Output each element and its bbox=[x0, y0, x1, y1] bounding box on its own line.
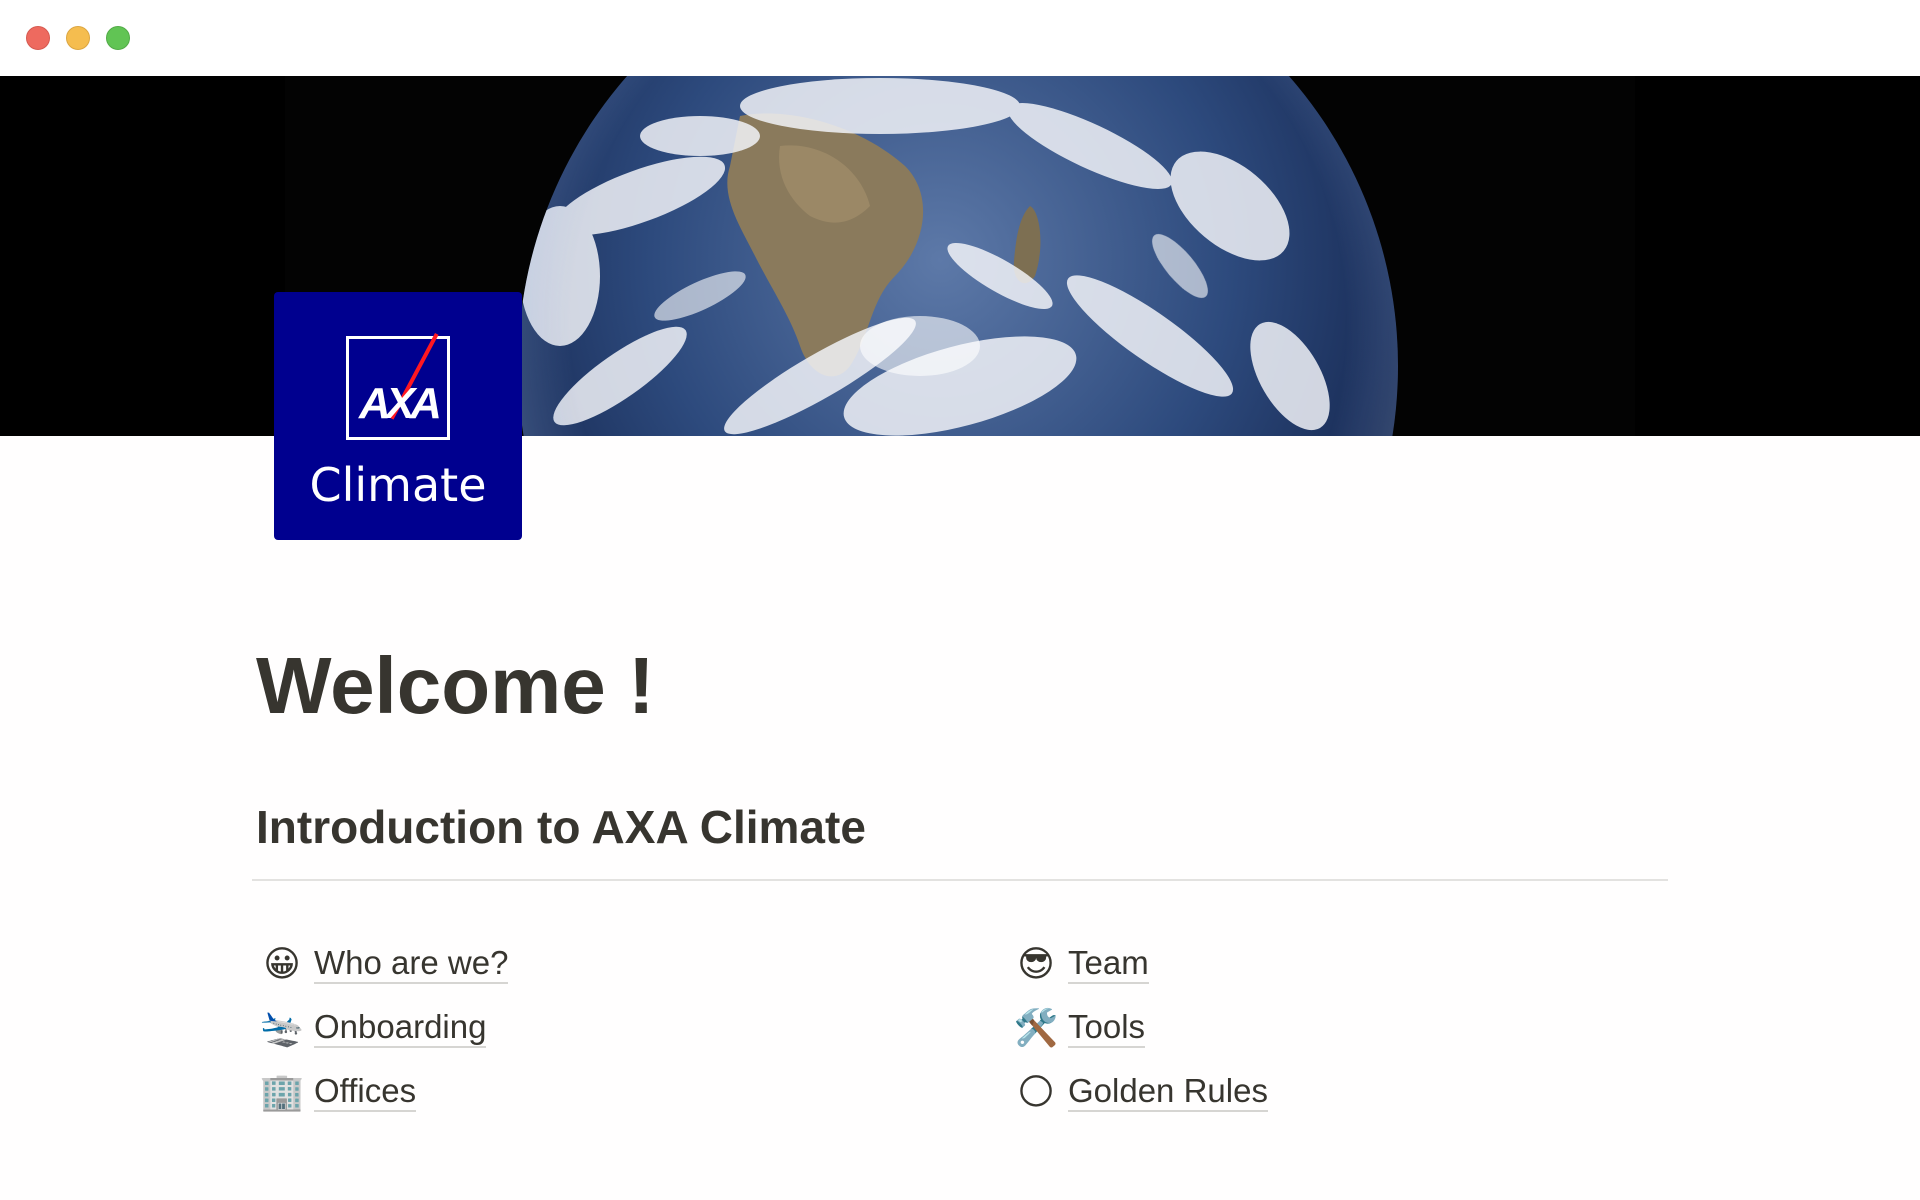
maximize-window-button[interactable] bbox=[106, 26, 130, 50]
close-window-button[interactable] bbox=[26, 26, 50, 50]
logo-caption: Climate bbox=[309, 458, 487, 512]
axa-logo-icon: AXA bbox=[346, 333, 450, 440]
section-heading[interactable]: Introduction to AXA Climate bbox=[256, 798, 866, 858]
notion-window: AXA Climate Welcome ! Introduction to AX… bbox=[0, 0, 1920, 1200]
axa-logo-text: AXA bbox=[359, 379, 442, 428]
title-bar bbox=[0, 0, 1920, 76]
page-link-label[interactable]: Team bbox=[1068, 944, 1149, 985]
grinning-face-icon: 😀 bbox=[263, 943, 301, 984]
sunglasses-face-icon: 😎 bbox=[1017, 943, 1055, 984]
page-link-onboarding[interactable]: 🛬 Onboarding bbox=[260, 996, 960, 1060]
page-link-tools[interactable]: 🛠️ Tools bbox=[1014, 996, 1714, 1060]
minimize-window-button[interactable] bbox=[66, 26, 90, 50]
page-link-label[interactable]: Offices bbox=[314, 1072, 417, 1113]
airplane-arriving-icon: 🛬 bbox=[259, 1007, 305, 1048]
hammer-and-wrench-icon: 🛠️ bbox=[1013, 1007, 1059, 1048]
links-column-right: 😎 Team 🛠️ Tools 🌕 Golden Rules bbox=[1014, 932, 1714, 1124]
office-building-icon: 🏢 bbox=[259, 1071, 305, 1112]
page-icon-axa-climate-logo[interactable]: AXA Climate bbox=[274, 292, 522, 540]
page-link-label[interactable]: Onboarding bbox=[314, 1008, 487, 1049]
page-link-golden-rules[interactable]: 🌕 Golden Rules bbox=[1014, 1060, 1714, 1124]
page-link-label[interactable]: Tools bbox=[1068, 1008, 1146, 1049]
page-link-offices[interactable]: 🏢 Offices bbox=[260, 1060, 960, 1124]
page-link-team[interactable]: 😎 Team bbox=[1014, 932, 1714, 996]
page-link-label[interactable]: Golden Rules bbox=[1068, 1072, 1268, 1113]
page-title[interactable]: Welcome ! bbox=[256, 638, 655, 734]
heading-divider bbox=[252, 879, 1668, 881]
full-moon-icon: 🌕 bbox=[1017, 1071, 1055, 1112]
page-link-who-are-we[interactable]: 😀 Who are we? bbox=[260, 932, 960, 996]
links-column-left: 😀 Who are we? 🛬 Onboarding 🏢 Offices bbox=[260, 932, 960, 1124]
page-link-label[interactable]: Who are we? bbox=[314, 944, 509, 985]
